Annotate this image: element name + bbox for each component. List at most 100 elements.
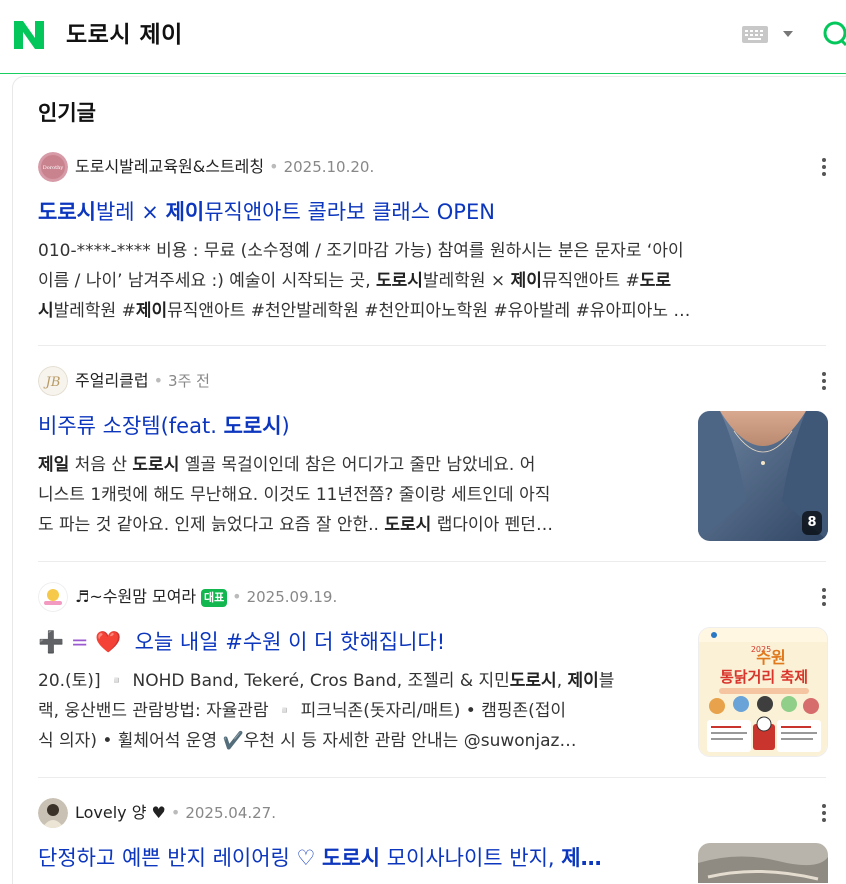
title-text: ) [281,414,290,438]
desc-line: 이름 / 나이’ 남겨주세요 :) 예술이 시작되는 곳, 도로시발레학원 × … [38,266,828,296]
more-options-icon[interactable] [820,158,828,178]
naver-logo-icon[interactable] [13,19,45,51]
post-meta: Dorothy 도로시발레교육원&스트레칭 • 2025.10.20. [38,152,828,182]
post-item: JB 주얼리클럽 • 3주 전 비주류 소장템(feat. 도로시) 제일 처음 산… [38,366,828,546]
desc-text: 20.(토)] ▫️ NOHD Band, Tekeré, Cros Band,… [38,671,510,691]
divider [38,777,826,778]
post-title[interactable]: 단정하고 예쁜 반지 레이어링 ♡ 도로시 모이사나이트 반지, 제… [38,843,602,873]
representative-badge: 대표 [201,589,228,607]
post-date: 3주 전 [168,372,210,390]
post-meta: Lovely 양 ♥ • 2025.04.27. [38,798,828,828]
post-title[interactable]: ➕ = ❤️ 오늘 내일 #수원 이 더 핫해집니다! [38,627,445,657]
title-text: 발레 × [95,200,166,224]
desc-line: 시발레학원 #제이뮤직앤아트 #천안발레학원 #천안피아노학원 #유아발레 #유… [38,296,828,326]
avatar[interactable] [38,798,68,828]
desc-highlight: 시 [38,301,54,321]
post-meta: JB 주얼리클럽 • 3주 전 [38,366,828,396]
desc-highlight: 제일 [38,455,70,475]
desc-highlight: 제이 [567,671,599,691]
desc-text: 뮤직앤아트 #천안발레학원 #천안피아노학원 #유아발레 #유아피아노 … [167,301,691,321]
title-emoji: ➕ = ❤️ [38,630,122,654]
desc-text: 발레학원 # [53,301,136,321]
image-count-badge: 8 [802,511,822,535]
title-highlight: 제이 [165,200,205,224]
post-thumbnail[interactable] [698,843,828,883]
divider [38,561,826,562]
author-name[interactable]: 주얼리클럽 [75,371,149,390]
section-title: 인기글 [38,101,96,125]
desc-line: 니스트 1캐럿에 해도 무난해요. 이것도 11년전쯤? 줄이랑 세트인데 아직 [38,480,678,510]
desc-highlight: 도로시 [376,271,423,291]
desc-text: 옐골 목걸이인데 참은 어디가고 줄만 남았네요. 어 [179,455,536,475]
poster-title-line: 수원 [756,648,785,667]
title-text: 비주류 소장템(feat. [38,414,224,438]
title-highlight: 제… [561,846,602,870]
post-description[interactable]: 010-****-**** 비용 : 무료 (소수정예 / 조기마감 가능) 참… [38,236,828,326]
meta-separator: • [269,157,279,176]
desc-text: 이름 / 나이’ 남겨주세요 :) 예술이 시작되는 곳, [38,271,377,291]
post-title[interactable]: 비주류 소장템(feat. 도로시) [38,411,290,441]
desc-highlight: 제이 [510,271,542,291]
desc-line: 010-****-**** 비용 : 무료 (소수정예 / 조기마감 가능) 참… [38,236,828,266]
more-options-icon[interactable] [820,804,828,824]
title-highlight: 도로시 [223,414,282,438]
desc-line: 제일 처음 산 도로시 옐골 목걸이인데 참은 어디가고 줄만 남았네요. 어 [38,450,678,480]
title-text: 오늘 내일 #수원 이 더 핫해집니다! [134,630,446,654]
post-meta: ♬~수원맘 모여라 대표 • 2025.09.19. [38,582,828,612]
post-date: 2025.04.27. [185,804,276,822]
svg-text:JB: JB [43,375,61,390]
post-description[interactable]: 20.(토)] ▫️ NOHD Band, Tekeré, Cros Band,… [38,666,678,756]
keyboard-icon[interactable] [742,26,768,43]
meta-separator: • [170,803,181,822]
desc-highlight: 도로 [639,271,671,291]
more-options-icon[interactable] [820,372,828,392]
svg-text:Dorothy: Dorothy [43,165,64,171]
avatar[interactable]: JB [38,366,68,396]
author-name[interactable]: Lovely 양 ♥ [75,803,166,822]
post-date: 2025.10.20. [283,158,375,176]
title-text: 뮤직앤아트 콜라보 클래스 OPEN [204,200,495,224]
author-name[interactable]: 도로시발레교육원&스트레칭 [75,157,264,176]
title-text: 모이사나이트 반지, [380,846,562,870]
avatar[interactable]: Dorothy [38,152,68,182]
title-highlight: 도로시 [322,846,381,870]
title-highlight: 도로시 [38,200,96,224]
dropdown-caret-icon[interactable] [783,31,793,37]
desc-text: 블 [598,671,615,691]
desc-line: 식 의자) • 휠체어석 운영 ✔️우천 시 등 자세한 관람 안내는 @suw… [38,726,678,756]
search-query-text[interactable]: 도로시 제이 [66,19,183,51]
post-thumbnail[interactable]: 8 [698,411,828,541]
poster-title-line: 통닭거리 축제 [720,668,808,686]
desc-highlight: 도로시 [384,515,432,535]
post-item: ♬~수원맘 모여라 대표 • 2025.09.19. ➕ = ❤️ 오늘 내일 #수원… [38,582,828,762]
desc-text: 랩다이아 펜던… [431,515,553,535]
desc-highlight: 제이 [135,301,168,321]
desc-text: 랙, 웅산밴드 관람방법: 자율관람 ▫️ 피크닉존(돗자리/매트) • 캠핑존… [38,701,567,721]
more-options-icon[interactable] [820,588,828,608]
desc-line: 20.(토)] ▫️ NOHD Band, Tekeré, Cros Band,… [38,666,678,696]
desc-text: 도 파는 것 같아요. 인제 늙었다고 요즘 잘 안한.. [38,515,385,535]
desc-text: 처음 산 [69,455,133,475]
post-item: Lovely 양 ♥ • 2025.04.27. 단정하고 예쁜 반지 레이어링 ♡… [38,798,828,884]
post-description[interactable]: 제일 처음 산 도로시 옐골 목걸이인데 참은 어디가고 줄만 남았네요. 어 … [38,450,678,540]
desc-text: , [556,671,568,691]
post-thumbnail[interactable]: 2025 수원 통닭거리 축제 [698,627,828,757]
desc-text: 뮤직앤아트 # [541,271,640,291]
desc-text: 니스트 1캐럿에 해도 무난해요. 이것도 11년전쯤? 줄이랑 세트인데 아직 [38,485,551,505]
meta-separator: • [232,587,242,606]
title-text: 단정하고 예쁜 반지 레이어링 ♡ [38,846,323,870]
desc-highlight: 도로시 [132,455,180,475]
post-title[interactable]: 도로시발레 × 제이뮤직앤아트 콜라보 클래스 OPEN [38,197,495,227]
desc-line: 랙, 웅산밴드 관람방법: 자율관람 ▫️ 피크닉존(돗자리/매트) • 캠핑존… [38,696,678,726]
avatar[interactable] [38,582,68,612]
meta-separator: • [153,371,164,390]
author-name[interactable]: ♬~수원맘 모여라 [75,587,196,606]
divider [38,345,826,346]
search-header: 도로시 제이 [0,0,846,74]
desc-text: 발레학원 × [422,271,511,291]
desc-line: 도 파는 것 같아요. 인제 늙었다고 요즘 잘 안한.. 도로시 랩다이아 펜… [38,510,678,540]
post-item: Dorothy 도로시발레교육원&스트레칭 • 2025.10.20. 도로시발레 … [38,152,828,332]
post-date: 2025.09.19. [246,588,338,606]
desc-text: 식 의자) • 휠체어석 운영 ✔️우천 시 등 자세한 관람 안내는 @suw… [38,731,577,751]
search-icon[interactable] [822,20,846,48]
